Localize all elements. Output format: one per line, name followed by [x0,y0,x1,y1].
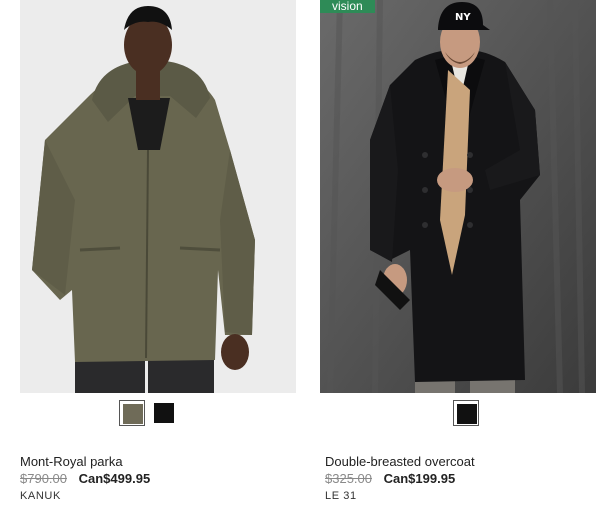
swatch-olive-fill [123,404,143,424]
color-swatches [20,400,296,426]
brand-name[interactable]: LE 31 [325,490,357,502]
swatch-black-fill [457,404,477,424]
product-card-double-breasted-overcoat[interactable]: NY vision Double-breasted overcoat $325.… [320,0,596,508]
sale-price: Can$499.95 [78,471,151,486]
product-card-mont-royal-parka[interactable]: Mont-Royal parka $790.00 Can$499.95 KANU… [20,0,296,508]
swatch-olive[interactable] [119,400,145,426]
color-swatches [320,400,596,426]
price-block: $325.00 Can$199.95 [325,471,455,486]
product-image-overcoat[interactable]: NY vision [320,0,596,393]
swatch-black-fill [154,403,174,423]
price-block: $790.00 Can$499.95 [20,471,150,486]
sale-price: Can$199.95 [383,471,456,486]
brand-name[interactable]: KANUK [20,490,61,502]
original-price: $790.00 [20,471,67,486]
svg-text:NY: NY [455,12,471,23]
original-price: $325.00 [325,471,372,486]
swatch-black[interactable] [151,400,177,426]
product-image-parka[interactable] [20,0,296,393]
product-name[interactable]: Mont-Royal parka [20,454,123,469]
swatch-black[interactable] [453,400,479,426]
product-name[interactable]: Double-breasted overcoat [325,454,475,469]
vision-badge: vision [320,0,375,13]
